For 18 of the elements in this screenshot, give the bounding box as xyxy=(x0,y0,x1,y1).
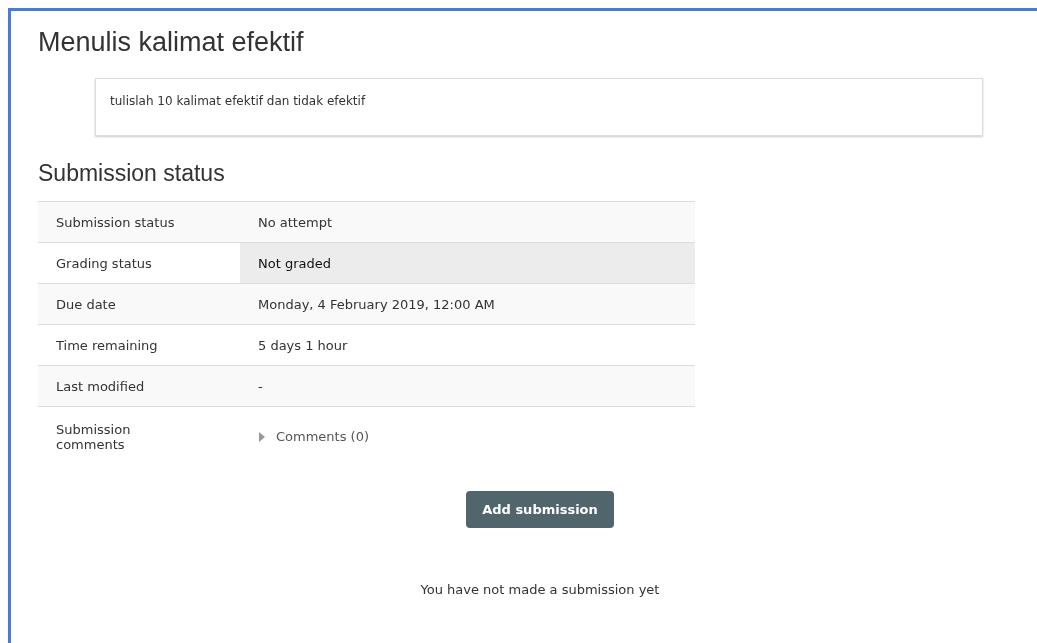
row-label: Submission comments xyxy=(38,406,240,467)
page-title: Menulis kalimat efektif xyxy=(38,27,304,58)
row-label: Time remaining xyxy=(38,324,240,366)
row-value: - xyxy=(240,365,695,407)
caret-icon[interactable] xyxy=(258,431,266,442)
description-text: tulislah 10 kalimat efektif dan tidak efektif xyxy=(110,94,366,108)
row-label: Grading status xyxy=(38,242,240,284)
row-label: Submission status xyxy=(38,201,240,243)
row-value: Not graded xyxy=(240,242,695,284)
row-value: 5 days 1 hour xyxy=(240,324,695,366)
row-value: No attempt xyxy=(240,201,695,243)
row-label: Due date xyxy=(38,283,240,325)
submission-note: You have not made a submission yet xyxy=(419,581,661,597)
row-label: Last modified xyxy=(38,365,240,407)
section-heading: Submission status xyxy=(38,160,225,187)
add-submission-button[interactable]: Add submission xyxy=(466,490,614,528)
comments-link[interactable]: Comments (0) xyxy=(276,429,369,444)
row-value: Monday, 4 February 2019, 12:00 AM xyxy=(240,283,695,325)
